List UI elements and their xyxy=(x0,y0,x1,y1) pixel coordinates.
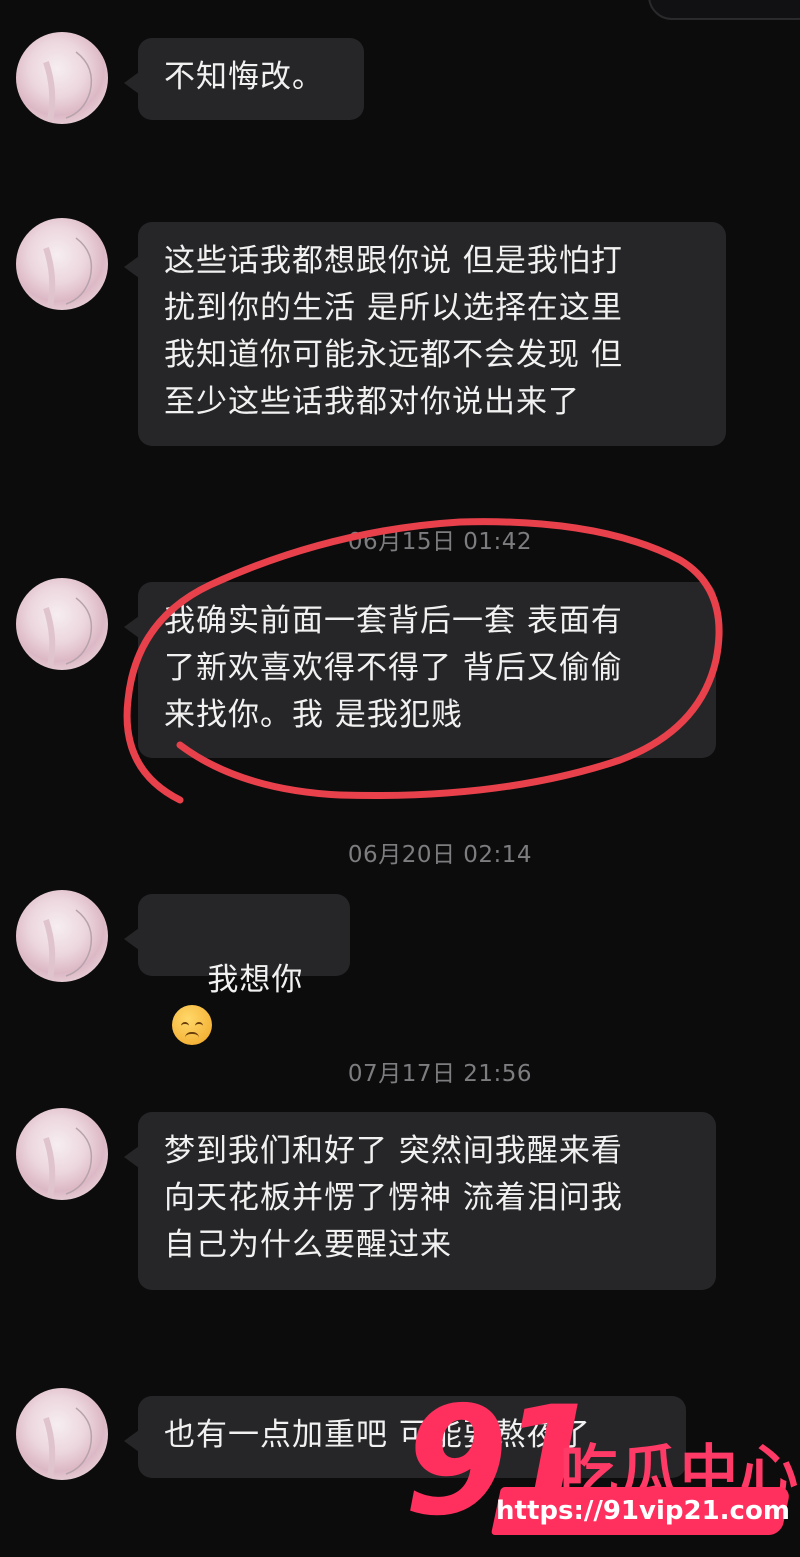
message-text: 我想你 xyxy=(207,962,304,998)
top-pill-button[interactable] xyxy=(648,0,800,20)
message-bubble[interactable]: 梦到我们和好了 突然间我醒来看 向天花板并愣了愣神 流着泪问我 自己为什么要醒过… xyxy=(124,1112,716,1290)
pensive-face-icon xyxy=(172,1005,212,1045)
avatar[interactable] xyxy=(16,578,108,670)
message-bubble[interactable]: 我想你 xyxy=(124,894,350,1045)
avatar[interactable] xyxy=(16,890,108,982)
avatar[interactable] xyxy=(16,1388,108,1480)
watermark: 91 吃瓜中心 https://91vip21.com xyxy=(400,1385,800,1557)
avatar[interactable] xyxy=(16,32,108,124)
avatar[interactable] xyxy=(16,218,108,310)
avatar[interactable] xyxy=(16,1108,108,1200)
message-bubble[interactable]: 这些话我都想跟你说 但是我怕打 扰到你的生活 是所以选择在这里 我知道你可能永远… xyxy=(124,222,726,446)
timestamp: 07月17日 21:56 xyxy=(347,1061,533,1087)
message-bubble[interactable]: 不知悔改。 xyxy=(124,38,364,120)
watermark-url[interactable]: https://91vip21.com xyxy=(490,1487,792,1535)
timestamp: 06月15日 01:42 xyxy=(347,529,533,555)
timestamp: 06月20日 02:14 xyxy=(347,842,533,868)
message-bubble[interactable]: 我确实前面一套背后一套 表面有 了新欢喜欢得不得了 背后又偷偷 来找你。我 是我… xyxy=(124,582,716,758)
